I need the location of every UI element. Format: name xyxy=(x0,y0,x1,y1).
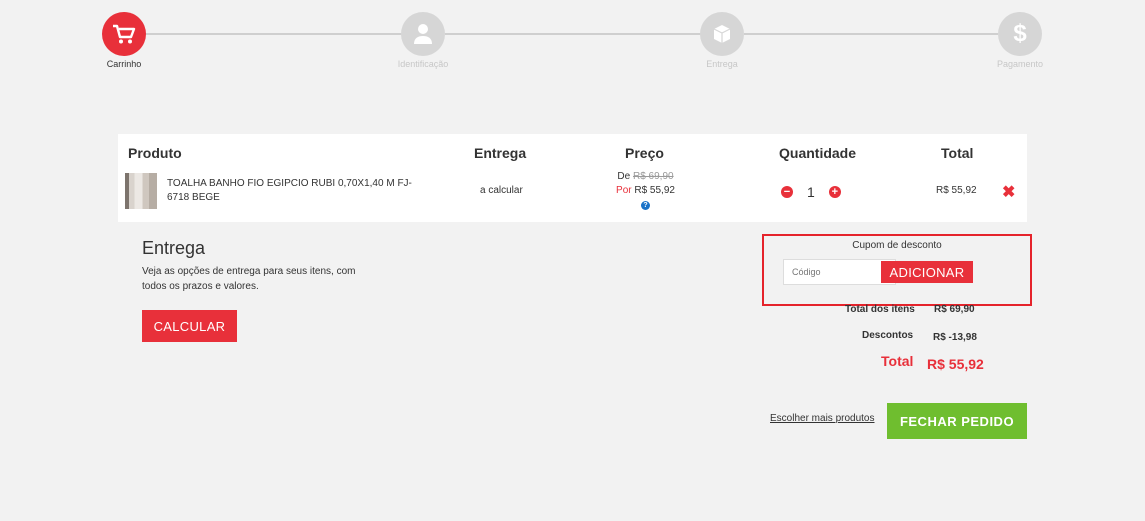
item-price: De R$ 69,90 Por R$ 55,92 ? xyxy=(588,170,703,212)
step-payment[interactable]: $ xyxy=(998,12,1042,56)
step-cart[interactable] xyxy=(102,12,146,56)
header-quantity: Quantidade xyxy=(779,145,857,161)
step-label-cart: Carrinho xyxy=(106,59,142,69)
discount-label: Descontos xyxy=(862,330,914,341)
checkout-steps: Carrinho Identificação Entrega $ Pagamen… xyxy=(0,0,1145,80)
price-from-label: De xyxy=(617,171,631,182)
price-new: R$ 55,92 xyxy=(634,185,675,196)
grand-total-label: Total xyxy=(881,353,914,369)
help-icon[interactable]: ? xyxy=(641,201,650,210)
step-connector xyxy=(744,33,998,35)
price-old: R$ 69,90 xyxy=(632,171,674,182)
coupon-box: Cupom de desconto ADICIONAR xyxy=(762,234,1032,306)
plus-icon[interactable]: + xyxy=(828,186,841,198)
remove-icon[interactable]: ✖ xyxy=(1002,182,1015,202)
shipping-title: Entrega xyxy=(142,238,206,258)
grand-total-value: R$ 55,92 xyxy=(927,356,984,372)
header-price: Preço xyxy=(625,145,664,161)
more-products-link[interactable]: Escolher mais produtos xyxy=(770,413,875,424)
calculate-button[interactable]: CALCULAR xyxy=(142,310,237,342)
step-label-delivery: Entrega xyxy=(706,59,738,69)
quantity-value: 1 xyxy=(807,184,815,200)
coupon-title: Cupom de desconto xyxy=(852,240,942,251)
step-label-payment: Pagamento xyxy=(996,59,1044,69)
header-delivery: Entrega xyxy=(474,145,527,161)
product-thumbnail[interactable] xyxy=(125,173,157,209)
header-total: Total xyxy=(941,145,974,161)
shipping-description: Veja as opções de entrega para seus iten… xyxy=(142,266,356,292)
cart-table: Produto Entrega Preço Quantidade Total T… xyxy=(118,134,1027,222)
step-delivery[interactable] xyxy=(700,12,744,56)
cart-icon xyxy=(113,24,136,44)
coupon-input[interactable] xyxy=(783,259,896,285)
price-por-label: Por xyxy=(616,185,632,196)
step-label-identification: Identificação xyxy=(397,59,449,69)
step-identification[interactable] xyxy=(401,12,445,56)
header-product: Produto xyxy=(128,145,182,161)
item-total: R$ 55,92 xyxy=(936,185,977,196)
step-connector xyxy=(146,33,402,35)
user-icon xyxy=(414,24,432,44)
step-connector xyxy=(445,33,701,35)
quantity-stepper: − 1 + xyxy=(781,184,841,200)
box-icon xyxy=(713,25,731,43)
items-total-value: R$ 69,90 xyxy=(934,304,975,315)
items-total-label: Total dos itens xyxy=(845,304,915,315)
add-coupon-button[interactable]: ADICIONAR xyxy=(881,261,973,283)
item-delivery: a calcular xyxy=(480,185,523,196)
dollar-icon: $ xyxy=(1013,20,1027,47)
discount-value: R$ -13,98 xyxy=(933,332,977,343)
checkout-button[interactable]: FECHAR PEDIDO xyxy=(887,403,1027,439)
minus-icon[interactable]: − xyxy=(781,186,793,198)
product-name[interactable]: TOALHA BANHO FIO EGIPCIO RUBI 0,70X1,40 … xyxy=(167,177,427,205)
